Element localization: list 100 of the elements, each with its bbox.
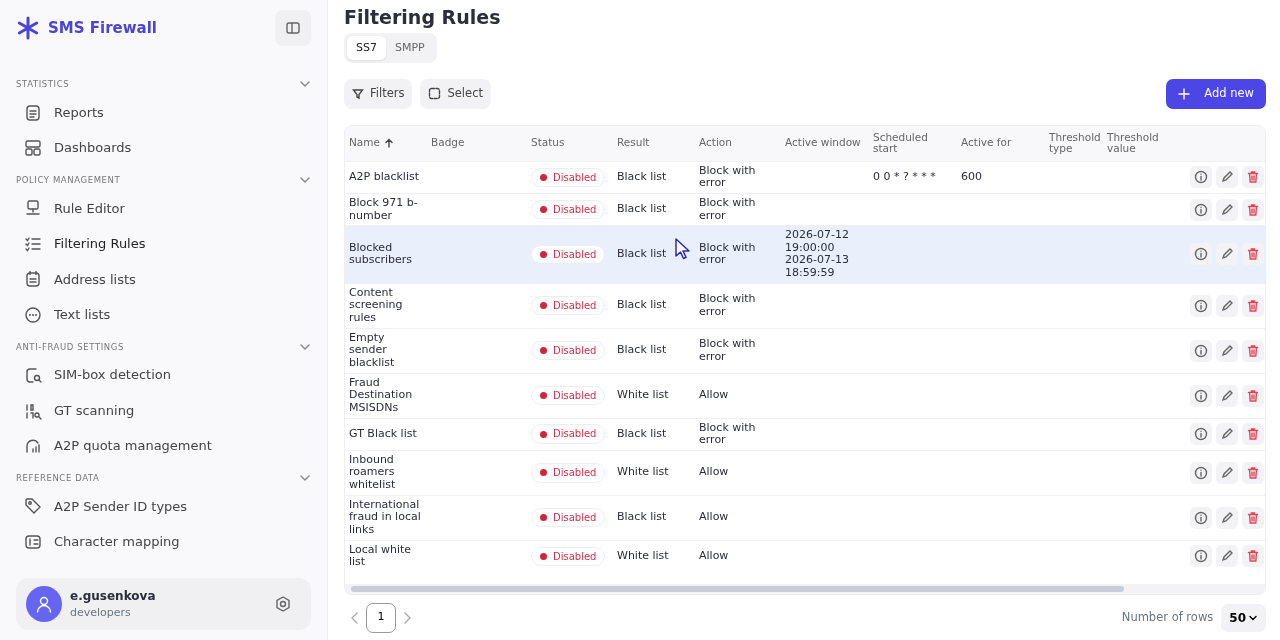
column-header: Threshold value bbox=[1103, 125, 1173, 162]
delete-button[interactable] bbox=[1242, 384, 1264, 407]
monitor-icon bbox=[24, 199, 42, 218]
edit-button[interactable] bbox=[1216, 506, 1238, 529]
edit-button[interactable] bbox=[1216, 166, 1238, 189]
user-group: developers bbox=[70, 604, 257, 622]
delete-button[interactable] bbox=[1242, 423, 1264, 446]
delete-button[interactable] bbox=[1242, 506, 1264, 529]
status-badge: Disabled bbox=[531, 424, 606, 444]
binary-search-icon bbox=[24, 401, 42, 420]
table-cell: Black list bbox=[617, 511, 667, 524]
info-button[interactable] bbox=[1190, 294, 1212, 317]
trash-icon bbox=[1246, 298, 1260, 313]
sidebar-item[interactable]: Filtering Rules bbox=[16, 226, 311, 262]
panel-icon bbox=[285, 20, 301, 36]
table-cell: Black list bbox=[617, 299, 667, 313]
tab[interactable]: SS7 bbox=[347, 35, 386, 61]
column-header: Active window bbox=[781, 125, 869, 162]
funnel-icon bbox=[352, 87, 364, 100]
table-cell-text: Block with error bbox=[699, 196, 757, 223]
edit-button[interactable] bbox=[1216, 384, 1238, 407]
column-header: Name bbox=[345, 125, 427, 162]
pencil-icon bbox=[1220, 298, 1234, 313]
edit-button[interactable] bbox=[1216, 198, 1238, 221]
info-button[interactable] bbox=[1190, 545, 1212, 568]
table-cell-text: Block with error bbox=[699, 338, 757, 364]
sidebar-item[interactable]: Character mapping bbox=[16, 524, 311, 560]
info-icon bbox=[1194, 427, 1208, 442]
info-button[interactable] bbox=[1190, 166, 1212, 189]
table-cell-text: Empty sender blacklist bbox=[349, 331, 396, 370]
snowflake-logo-icon bbox=[16, 16, 40, 40]
rows-label: Number of rows bbox=[1121, 608, 1214, 626]
edit-button[interactable] bbox=[1216, 423, 1238, 446]
section-title: STATISTICS bbox=[16, 78, 70, 91]
table-cell: 0 0 * ? * * * bbox=[873, 170, 936, 184]
delete-button[interactable] bbox=[1242, 545, 1264, 568]
status-badge: Disabled bbox=[531, 546, 606, 567]
filters-button[interactable]: Filters bbox=[344, 79, 413, 109]
rows-per-page-select[interactable]: 50 bbox=[1221, 603, 1266, 632]
info-icon bbox=[1194, 549, 1208, 564]
edit-button[interactable] bbox=[1216, 461, 1238, 484]
info-icon bbox=[1194, 202, 1208, 217]
table-cell-text: Fraud Destination MSISDNs bbox=[349, 376, 414, 415]
sidebar-item[interactable]: Dashboards bbox=[16, 130, 311, 166]
table-cell-text: Block with error bbox=[699, 293, 757, 319]
edit-button[interactable] bbox=[1216, 545, 1238, 568]
sidebar-item[interactable]: Address lists bbox=[16, 261, 311, 297]
delete-button[interactable] bbox=[1242, 166, 1264, 189]
trash-icon bbox=[1246, 247, 1260, 262]
delete-button[interactable] bbox=[1242, 198, 1264, 221]
pencil-icon bbox=[1220, 549, 1234, 564]
sidebar-item[interactable]: A2P Sender ID types bbox=[16, 488, 311, 524]
info-button[interactable] bbox=[1190, 461, 1212, 484]
column-header: Action bbox=[695, 125, 781, 162]
sidebar-item[interactable]: SIM-box detection bbox=[16, 357, 311, 393]
table-cell-text: Block with error bbox=[699, 241, 757, 268]
table-cell: 2026-07-12 19:00:00 2026-07-13 18:59:59 bbox=[785, 229, 849, 280]
add-new-button[interactable]: Add new bbox=[1166, 79, 1266, 109]
pencil-icon bbox=[1220, 202, 1234, 217]
sidebar-item[interactable]: Reports bbox=[16, 94, 311, 131]
sidebar-item[interactable]: A2P quota management bbox=[16, 428, 311, 464]
edit-button[interactable] bbox=[1216, 294, 1238, 317]
sidebar-item[interactable]: GT scanning bbox=[16, 392, 311, 429]
table-cell-text: Block 971 b-number bbox=[349, 196, 419, 223]
delete-button[interactable] bbox=[1242, 243, 1264, 266]
trash-icon bbox=[1246, 202, 1260, 217]
edit-button[interactable] bbox=[1216, 243, 1238, 266]
file-search-icon bbox=[24, 366, 42, 384]
trash-icon bbox=[1246, 427, 1260, 442]
edit-button[interactable] bbox=[1216, 339, 1238, 362]
mapping-icon bbox=[24, 532, 42, 551]
status-badge: Disabled bbox=[531, 340, 606, 361]
delete-button[interactable] bbox=[1242, 339, 1264, 362]
chat-icon bbox=[24, 305, 42, 324]
table-cell-text: Content screening rules bbox=[349, 286, 404, 325]
info-button[interactable] bbox=[1190, 506, 1212, 529]
pencil-icon bbox=[1220, 247, 1234, 262]
select-button[interactable]: Select bbox=[420, 79, 491, 109]
section-title: POLICY MANAGEMENT bbox=[16, 173, 121, 187]
info-button[interactable] bbox=[1190, 339, 1212, 362]
delete-button[interactable] bbox=[1242, 294, 1264, 317]
tab[interactable]: SMPP bbox=[385, 35, 434, 61]
sidebar-item[interactable]: Text lists bbox=[16, 297, 311, 333]
sidebar-item[interactable]: Rule Editor bbox=[16, 190, 311, 226]
info-button[interactable] bbox=[1190, 198, 1212, 221]
status-badge: Disabled bbox=[531, 244, 606, 265]
info-icon bbox=[1194, 247, 1208, 262]
settings-icon bbox=[274, 595, 292, 613]
column-header: Scheduled start bbox=[869, 125, 957, 162]
person-icon bbox=[35, 595, 53, 613]
chevron-right-icon bbox=[402, 612, 412, 625]
delete-button[interactable] bbox=[1242, 461, 1264, 484]
info-button[interactable] bbox=[1190, 423, 1212, 446]
info-button[interactable] bbox=[1190, 384, 1212, 407]
sidebar-toggle-button[interactable] bbox=[275, 10, 311, 46]
tag-icon bbox=[24, 497, 42, 516]
info-icon bbox=[1194, 465, 1208, 480]
info-button[interactable] bbox=[1190, 243, 1212, 266]
page-button[interactable]: 1 bbox=[366, 602, 396, 633]
info-icon bbox=[1194, 170, 1208, 185]
